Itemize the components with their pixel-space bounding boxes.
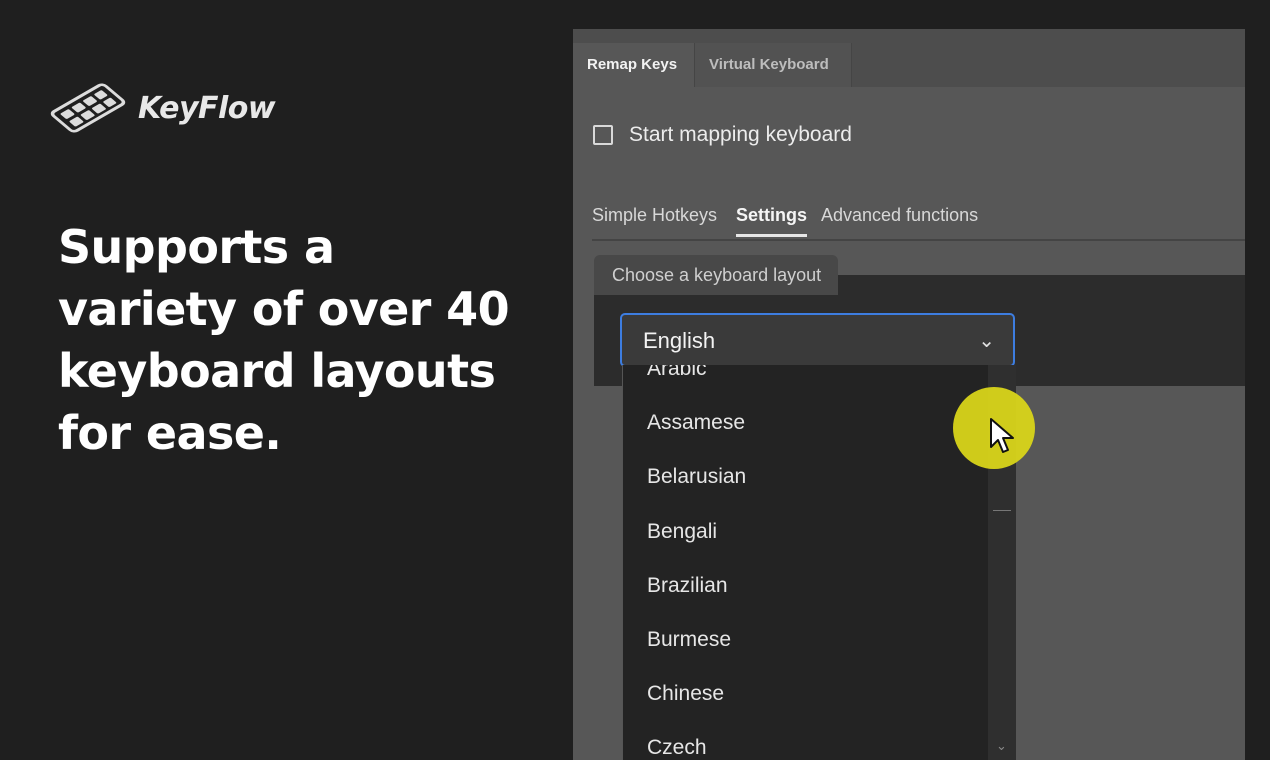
scroll-down-icon[interactable]: ⌄ — [996, 738, 1007, 754]
tab-remap-keys[interactable]: Remap Keys — [573, 43, 694, 87]
subtab-bar: Simple Hotkeys Settings Advanced functio… — [592, 201, 1245, 241]
app-panel: Remap Keys Virtual Keyboard Start mappin… — [573, 29, 1245, 760]
keyboard-layout-select[interactable]: English ⌄ — [620, 313, 1015, 367]
keyboard-keys-icon — [50, 83, 126, 133]
list-item-burmese[interactable]: Burmese — [647, 628, 731, 652]
headline: Supports a variety of over 40 keyboard l… — [58, 220, 510, 460]
list-item-brazilian[interactable]: Brazilian — [647, 574, 728, 598]
list-item-czech[interactable]: Czech — [647, 736, 707, 760]
list-item-arabic[interactable]: Arabic — [647, 365, 707, 381]
layout-group-label: Choose a keyboard layout — [594, 255, 838, 295]
start-mapping-row[interactable]: Start mapping keyboard — [593, 123, 852, 147]
start-mapping-checkbox[interactable] — [593, 125, 613, 145]
tab-virtual-keyboard[interactable]: Virtual Keyboard — [694, 43, 852, 87]
brand: KeyFlow — [50, 80, 276, 136]
start-mapping-label: Start mapping keyboard — [629, 123, 852, 146]
tab-bar: Remap Keys Virtual Keyboard — [573, 29, 1245, 87]
subtab-settings[interactable]: Settings — [736, 205, 808, 237]
list-item-assamese[interactable]: Assamese — [647, 411, 745, 435]
scroll-thumb-mark[interactable] — [993, 510, 1011, 511]
subtab-advanced-functions[interactable]: Advanced functions — [821, 205, 978, 226]
chevron-down-icon[interactable]: ⌄ — [978, 328, 995, 353]
subtab-simple-hotkeys[interactable]: Simple Hotkeys — [592, 205, 717, 226]
mouse-pointer-icon — [990, 418, 1014, 453]
list-item-belarusian[interactable]: Belarusian — [647, 465, 746, 489]
selected-layout: English — [643, 328, 716, 353]
brand-name: KeyFlow — [138, 90, 276, 126]
list-item-chinese[interactable]: Chinese — [647, 682, 724, 706]
list-item-bengali[interactable]: Bengali — [647, 520, 717, 544]
